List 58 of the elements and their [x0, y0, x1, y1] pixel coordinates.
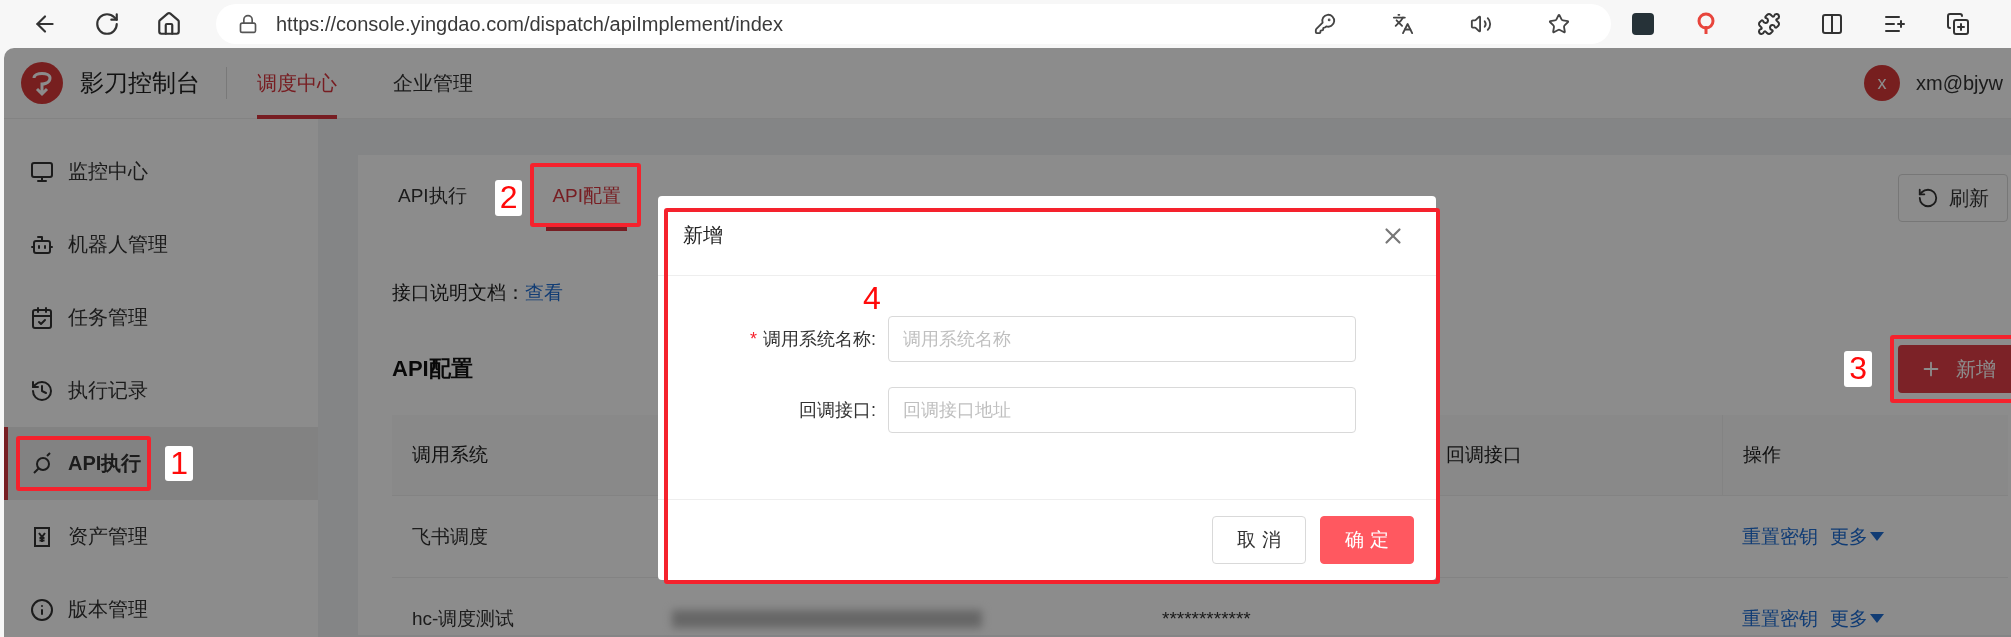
puzzle-icon[interactable] — [1756, 12, 1781, 36]
confirm-button[interactable]: 确 定 — [1320, 516, 1414, 564]
app-title: 影刀控制台 — [80, 67, 227, 99]
sidebar-item[interactable]: 版本管理 — [4, 573, 318, 637]
history-icon — [30, 378, 54, 403]
reset-key-link[interactable]: 重置密钥 — [1742, 523, 1818, 550]
home-icon[interactable] — [156, 11, 182, 37]
section-title: API配置 — [392, 355, 473, 383]
more-link[interactable]: 更多 — [1830, 523, 1884, 550]
refresh-icon — [1917, 187, 1939, 209]
info-icon — [30, 597, 54, 622]
table-cell: hc-调度测试 — [392, 578, 652, 637]
lock-icon — [238, 14, 258, 34]
tab[interactable]: API配置 — [546, 165, 628, 231]
doc-label: 接口说明文档： — [392, 281, 525, 305]
logo-icon — [20, 61, 64, 105]
refresh-button[interactable]: 刷新 — [1898, 174, 2008, 222]
sidebar-item[interactable]: 资产管理 — [4, 500, 318, 573]
annotation-number: 1 — [165, 445, 194, 482]
star-icon[interactable] — [1548, 13, 1570, 35]
masked-secret: ************ — [1162, 607, 1251, 630]
annotation-number: 3 — [1844, 351, 1872, 387]
add-button[interactable]: 新增 — [1898, 345, 2011, 393]
sidebar-item[interactable]: 机器人管理 — [4, 208, 318, 281]
dialog-title: 新增 — [683, 223, 723, 248]
annotation-number: 2 — [494, 180, 523, 216]
collections-icon[interactable] — [1945, 12, 1970, 36]
doc-link[interactable]: 查看 — [525, 280, 563, 306]
user-avatar[interactable]: x — [1864, 65, 1900, 101]
table-header: 操作 — [1722, 415, 2008, 496]
field-label: 回调接口: — [799, 400, 876, 420]
translate-icon[interactable] — [1392, 13, 1414, 35]
input-field[interactable]: 调用系统名称 — [888, 316, 1356, 362]
calendar-check-icon — [30, 305, 54, 330]
monitor-icon — [30, 159, 54, 184]
sidebar-item[interactable]: 执行记录 — [4, 354, 318, 427]
user-email: xm@bjyw — [1916, 71, 2003, 95]
url-text: https://console.yingdao.com/dispatch/apiImplement/index — [276, 12, 784, 36]
split-screen-icon[interactable] — [1819, 12, 1844, 36]
table-cell: 飞书调度 — [392, 496, 652, 578]
reload-icon[interactable] — [94, 11, 120, 37]
tab[interactable]: API执行 — [392, 165, 473, 231]
key-icon[interactable] — [1314, 13, 1336, 35]
field-label: 调用系统名称: — [763, 329, 876, 349]
more-link[interactable]: 更多 — [1830, 605, 1884, 632]
reset-key-link[interactable]: 重置密钥 — [1742, 605, 1818, 632]
address-bar[interactable]: https://console.yingdao.com/dispatch/apiImplement/index — [216, 4, 1611, 44]
sidebar-item[interactable]: 监控中心 — [4, 135, 318, 208]
input-field[interactable]: 回调接口地址 — [888, 387, 1356, 433]
required-mark: * — [749, 329, 757, 349]
caret-icon — [1870, 613, 1884, 624]
sidebar-item[interactable]: API执行 1 — [4, 427, 318, 500]
sidebar-item[interactable]: 任务管理 — [4, 281, 318, 354]
read-aloud-icon[interactable] — [1470, 13, 1492, 35]
cancel-button[interactable]: 取 消 — [1212, 516, 1306, 564]
caret-icon — [1870, 531, 1884, 542]
nav-tab[interactable]: 企业管理 — [393, 48, 473, 119]
extension-icon[interactable] — [1631, 13, 1654, 35]
